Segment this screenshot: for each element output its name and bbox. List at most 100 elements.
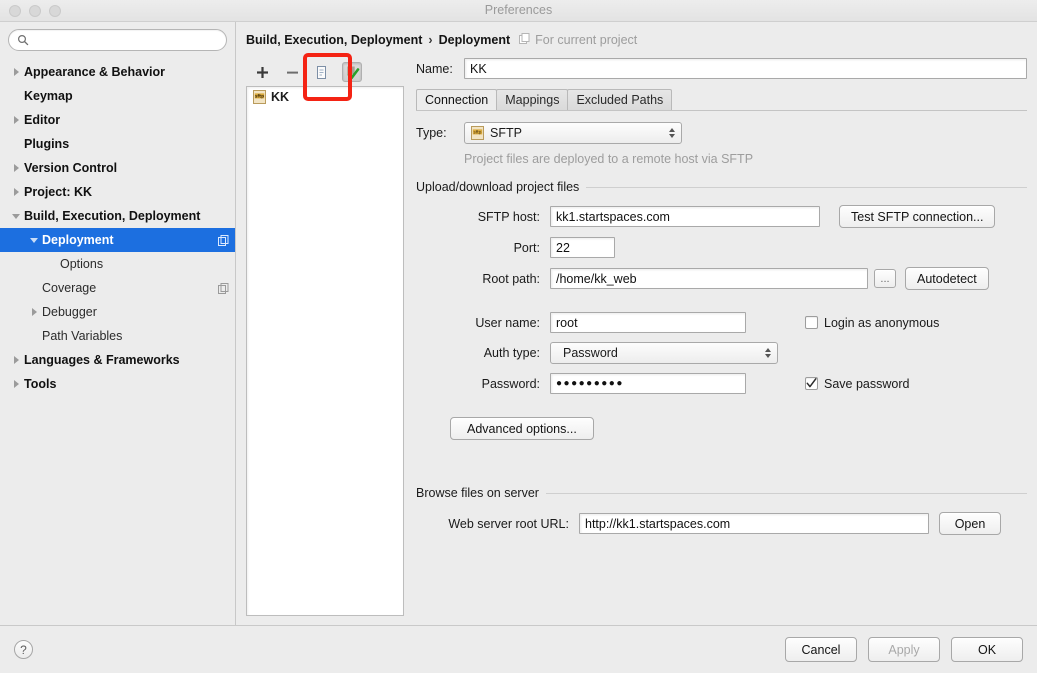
chevron-down-icon[interactable] [26, 237, 42, 243]
sftp-icon: sftp [471, 126, 484, 140]
name-input[interactable] [464, 58, 1027, 79]
sidebar-item-appearance-behavior[interactable]: Appearance & Behavior [0, 60, 235, 84]
preferences-window: Preferences Appearance & Behavior Keymap E… [0, 0, 1037, 673]
login-as-anonymous-checkbox[interactable]: Login as anonymous [805, 316, 939, 330]
chevron-right-icon[interactable] [8, 188, 24, 196]
chevron-right-icon[interactable] [8, 116, 24, 124]
sidebar-item-version-control[interactable]: Version Control [0, 156, 235, 180]
deployment-content: sftp KK Name: ConnectionMappingsExcluded … [236, 47, 1037, 625]
sidebar-item-tools[interactable]: Tools [0, 372, 235, 396]
help-button[interactable]: ? [14, 640, 33, 659]
sidebar-item-path-variables[interactable]: Path Variables [0, 324, 235, 348]
breadcrumb-parent[interactable]: Build, Execution, Deployment [246, 33, 422, 47]
sidebar-item-languages-frameworks[interactable]: Languages & Frameworks [0, 348, 235, 372]
deployment-form: Name: ConnectionMappingsExcluded Paths T… [404, 58, 1027, 625]
upload-group-line [586, 186, 1027, 188]
dialog-footer: ? Cancel Apply OK [0, 625, 1037, 673]
port-input[interactable] [550, 237, 615, 258]
auth-type-combo[interactable]: Password [550, 342, 778, 364]
sftp-host-label: SFTP host: [477, 209, 540, 224]
sidebar-item-keymap[interactable]: Keymap [0, 84, 235, 108]
chevron-right-icon[interactable] [8, 380, 24, 388]
sidebar-item-plugins[interactable]: Plugins [0, 132, 235, 156]
sidebar-item-label: Languages & Frameworks [24, 353, 180, 367]
server-list[interactable]: sftp KK [246, 86, 404, 616]
tab-excluded-paths[interactable]: Excluded Paths [567, 89, 673, 110]
web-url-input[interactable] [579, 513, 929, 534]
tab-mappings[interactable]: Mappings [496, 89, 569, 110]
type-label: Type: [416, 126, 447, 140]
advanced-options-row: Advanced options... [416, 417, 1027, 440]
svg-text:sftp: sftp [255, 94, 264, 99]
sidebar-item-label: Editor [24, 113, 61, 127]
type-hint-row: Project files are deployed to a remote h… [416, 152, 1027, 166]
copy-server-button[interactable] [312, 62, 332, 82]
auth-type-value: Password [563, 346, 618, 360]
user-name-row: User name: Login as anonymous [416, 312, 1027, 333]
password-input[interactable]: ●●●●●●●●● [550, 373, 746, 394]
type-combo[interactable]: sftp SFTP [464, 122, 682, 144]
save-password-checkbox[interactable]: Save password [805, 377, 909, 391]
tab-connection[interactable]: Connection [416, 89, 498, 110]
window-title: Preferences [484, 3, 553, 17]
cancel-button[interactable]: Cancel [785, 637, 857, 662]
settings-sidebar: Appearance & Behavior Keymap Editor Plugins… [0, 22, 236, 625]
list-item-label: KK [271, 90, 290, 104]
ok-button[interactable]: OK [951, 637, 1023, 662]
upload-group-title: Upload/download project files [416, 180, 580, 194]
sidebar-item-label: Coverage [42, 281, 97, 295]
root-path-input[interactable] [550, 268, 868, 289]
settings-tree: Appearance & Behavior Keymap Editor Plugins… [0, 57, 235, 625]
autodetect-button[interactable]: Autodetect [905, 267, 989, 290]
save-password-box [805, 377, 818, 390]
chevron-right-icon[interactable] [8, 356, 24, 364]
sidebar-item-debugger[interactable]: Debugger [0, 300, 235, 324]
password-label: Password: [481, 376, 540, 391]
open-url-button[interactable]: Open [939, 512, 1001, 535]
sidebar-item-label: Debugger [42, 305, 97, 319]
sidebar-item-deployment[interactable]: Deployment [0, 228, 235, 252]
chevron-down-icon[interactable] [8, 213, 24, 219]
sidebar-search-wrap [0, 29, 235, 57]
chevron-right-icon[interactable] [26, 308, 42, 316]
browse-group-line [545, 492, 1027, 494]
sidebar-item-label: Options [60, 257, 104, 271]
type-stepper-icon[interactable] [669, 128, 675, 138]
sftp-icon: sftp [253, 90, 266, 104]
add-server-button[interactable] [252, 62, 272, 82]
apply-button[interactable]: Apply [868, 637, 940, 662]
remove-server-button[interactable] [282, 62, 302, 82]
test-sftp-connection-button[interactable]: Test SFTP connection... [839, 205, 996, 228]
sidebar-item-options[interactable]: Options [0, 252, 235, 276]
browse-root-path-button[interactable]: ... [874, 269, 896, 288]
advanced-options-button[interactable]: Advanced options... [450, 417, 594, 440]
browse-group-title: Browse files on server [416, 486, 539, 500]
set-as-default-button[interactable] [342, 62, 362, 82]
type-row: Type: sftp SFTP [416, 122, 1027, 144]
search-icon [17, 34, 29, 46]
chevron-right-icon[interactable] [8, 68, 24, 76]
port-row: Port: [416, 237, 1027, 258]
scope-label: For current project [535, 33, 638, 47]
search-input[interactable] [34, 32, 218, 48]
type-hint: Project files are deployed to a remote h… [464, 152, 754, 166]
sidebar-item-label: Deployment [42, 233, 114, 247]
window-titlebar: Preferences [0, 0, 1037, 22]
auth-type-stepper-icon[interactable] [765, 348, 771, 358]
sftp-host-input[interactable] [550, 206, 820, 227]
web-url-row: Web server root URL: Open [416, 512, 1027, 535]
sidebar-item-project-kk[interactable]: Project: KK [0, 180, 235, 204]
copy-to-projects-icon[interactable] [218, 282, 229, 294]
search-box[interactable] [8, 29, 227, 51]
sidebar-item-label: Tools [24, 377, 57, 391]
copy-to-projects-icon[interactable] [218, 234, 229, 246]
user-name-label: User name: [475, 315, 540, 330]
sidebar-item-coverage[interactable]: Coverage [0, 276, 235, 300]
sidebar-item-editor[interactable]: Editor [0, 108, 235, 132]
sidebar-item-build-execution-deployment[interactable]: Build, Execution, Deployment [0, 204, 235, 228]
scope-copy-icon [519, 33, 530, 47]
user-name-input[interactable] [550, 312, 746, 333]
breadcrumb-scope: For current project [519, 33, 637, 47]
list-item[interactable]: sftp KK [247, 87, 403, 107]
chevron-right-icon[interactable] [8, 164, 24, 172]
